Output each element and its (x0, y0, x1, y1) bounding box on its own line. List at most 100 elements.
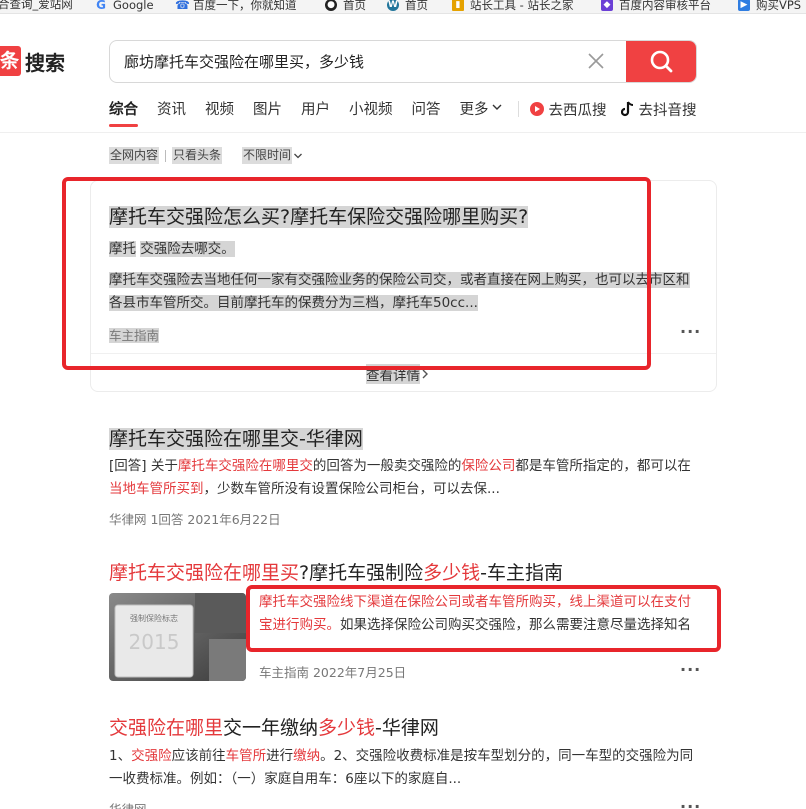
featured-result-title[interactable]: 摩托车交强险怎么买?摩托车保险交强险哪里购买? (109, 202, 529, 229)
title-segment: -车主指南 (480, 562, 563, 584)
bookmark-aizhan[interactable]: 合查询_爱站网 (0, 0, 73, 11)
search-bar (109, 40, 697, 83)
toutiao-search-logo[interactable]: 条 搜索 (0, 46, 65, 76)
result-more-options-button[interactable]: ··· (680, 797, 701, 809)
baidu-icon: ☎ (175, 0, 190, 12)
chevron-down-icon (492, 104, 501, 110)
insurance-sign-image: 强制保险标志 2015 (109, 593, 246, 681)
logo-text: 搜索 (25, 50, 66, 75)
title-segment: -华律网 (375, 717, 439, 739)
snippet-keyword: 当地车管所买到 (109, 481, 204, 497)
result-title-hualv-2[interactable]: 交强险在哪里交一年缴纳多少钱-华律网 (109, 713, 439, 740)
snippet-keyword: 保险公司 (461, 458, 516, 474)
bookmark-label: 站长工具 - 站长之家 (470, 0, 574, 12)
bookmark-vps[interactable]: ▶ 购买VPS (738, 0, 801, 11)
bookmark-baidu-audit[interactable]: ◆ 百度内容审核平台 (601, 0, 711, 11)
view-details-label: 查看详情 (366, 364, 420, 384)
tab-all[interactable]: 综合 (109, 98, 138, 128)
chevron-down-icon (294, 153, 303, 158)
search-input[interactable] (110, 41, 625, 82)
search-icon (650, 50, 673, 73)
featured-snippet: 摩托车交强险去当地任何一家有交强险业务的保险公司交，或者直接在网上购买，也可以去… (109, 269, 694, 315)
tab-more[interactable]: 更多 (460, 98, 503, 128)
tab-divider (517, 101, 519, 117)
result-snippet-chezhu: 摩托车交强险线下渠道在保险公司或者车管所购买，线上渠道可以在支付宝进行购买。如果… (259, 591, 699, 637)
tab-news[interactable]: 资讯 (157, 98, 186, 128)
bookmark-google[interactable]: G Google (95, 0, 154, 11)
search-filters: 全网内容 只看头条 不限时间 (109, 147, 303, 164)
home-icon: ● (325, 0, 337, 11)
snippet-segment: ，少数车管所没有设置保险公司柜台，可以去保... (203, 481, 500, 497)
snippet-segment: 交强险去哪交。 (140, 241, 235, 257)
snippet-keyword: 摩托车交强险在哪里交 (177, 458, 313, 474)
filter-all-content[interactable]: 全网内容 (109, 147, 160, 164)
bookmark-label: 首页 (343, 0, 366, 12)
snippet-segment: 摩托 (109, 241, 136, 257)
ext-link-label: 去西瓜搜 (548, 102, 607, 119)
result-snippet-hualv-1: [回答] 关于摩托车交强险在哪里交的回答为一般卖交强险的保险公司都是车管所指定的… (109, 455, 699, 501)
go-douyin-search-link[interactable]: 去抖音搜 (620, 98, 697, 120)
snippet-segment: [回答] 关于 (109, 458, 178, 474)
bookmark-label: 合查询_爱站网 (0, 0, 73, 11)
snippet-segment: 1、 (109, 748, 132, 764)
tab-video[interactable]: 视频 (205, 98, 234, 128)
chinaz-icon: ▮ (452, 0, 464, 11)
result-snippet-hualv-2: 1、交强险应该前往车管所进行缴纳。2、交强险收费标准是按车型划分的，同一车型的交… (109, 745, 699, 791)
close-icon (588, 53, 604, 69)
result-title-hualv-1[interactable]: 摩托车交强险在哪里交-华律网 (109, 424, 363, 451)
category-tabs: 综合 资讯 视频 图片 用户 小视频 问答 更多 去西瓜搜 去抖音搜 (109, 98, 711, 128)
featured-subtitle: 摩托 交强险去哪交。 (109, 238, 694, 261)
snippet-keyword: 交强险 (131, 748, 172, 764)
go-xigua-search-link[interactable]: 去西瓜搜 (529, 98, 607, 120)
audit-icon: ◆ (601, 0, 613, 11)
result-meta-hualv-2: 华律网 (109, 799, 147, 809)
title-keyword: 多少钱 (423, 562, 481, 584)
snippet-keyword: 车管所 (225, 748, 267, 764)
view-details-link[interactable]: 查看详情 (366, 364, 430, 384)
featured-source[interactable]: 车主指南 (109, 325, 160, 344)
title-text: 摩托车交强险怎么买?摩托车保险交强险哪里购买? (109, 206, 529, 228)
result-meta-chezhu: 车主指南 2022年7月25日 (259, 665, 407, 680)
result-more-options-button[interactable]: ··· (680, 660, 701, 679)
bookmark-label: 百度内容审核平台 (619, 0, 711, 12)
result-snippet-chezhu-overflow (259, 637, 699, 648)
snippet-segment: 摩托车交强险去当地任何一家有交强险业务的保险公司交，或者 (109, 272, 487, 288)
filter-divider (165, 149, 167, 162)
tab-short-video[interactable]: 小视频 (349, 98, 393, 128)
bookmark-chinaz[interactable]: ▮ 站长工具 - 站长之家 (452, 0, 573, 11)
bookmark-home-2[interactable]: W 首页 (387, 0, 428, 11)
clear-search-button[interactable] (586, 51, 606, 71)
chevron-right-icon (422, 369, 428, 379)
search-button[interactable] (626, 41, 696, 82)
thumb-year: 2015 (129, 630, 180, 654)
bookmark-label: 首页 (405, 0, 428, 12)
snippet-segment: 的回答为一般卖交强险的 (312, 458, 462, 474)
ext-link-label: 去抖音搜 (638, 102, 697, 119)
snippet-segment: 都是车管所指定的，都可以在 (515, 458, 691, 474)
tab-users[interactable]: 用户 (301, 98, 330, 128)
result-title-chezhu[interactable]: 摩托车交强险在哪里买?摩托车强制险多少钱-车主指南 (109, 558, 563, 585)
douyin-icon (620, 101, 633, 117)
result-meta-hualv-1: 华律网 1回答 2021年6月22日 (109, 512, 281, 527)
tab-more-label: 更多 (459, 102, 489, 118)
featured-more-options-button[interactable]: ··· (680, 322, 701, 341)
bookmark-label: 购买VPS (756, 0, 802, 12)
title-keyword: 交强险在哪里 (109, 717, 224, 739)
filter-time-label: 不限时间 (242, 147, 293, 164)
snippet-keyword: 缴纳 (293, 748, 321, 764)
tab-qa[interactable]: 问答 (412, 98, 441, 128)
bookmarks-bar: 合查询_爱站网 G Google ☎ 百度一下，你就知道 ● 首页 W 首页 ▮… (0, 0, 806, 14)
filter-time[interactable]: 不限时间 (242, 147, 303, 164)
title-segment: 交一年缴纳 (223, 717, 319, 739)
result-thumbnail[interactable]: 强制保险标志 2015 (109, 593, 246, 681)
tab-images[interactable]: 图片 (253, 98, 282, 128)
bookmark-label: Google (113, 0, 154, 12)
filter-toutiao-only[interactable]: 只看头条 (172, 147, 223, 164)
bookmark-home-1[interactable]: ● 首页 (325, 0, 366, 11)
google-icon: G (96, 0, 106, 12)
bookmark-baidu[interactable]: ☎ 百度一下，你就知道 (175, 0, 297, 11)
xigua-icon (529, 102, 544, 116)
wordpress-icon: W (387, 0, 399, 11)
title-keyword: 多少钱 (318, 717, 376, 739)
snippet-segment: 进行 (266, 748, 294, 764)
